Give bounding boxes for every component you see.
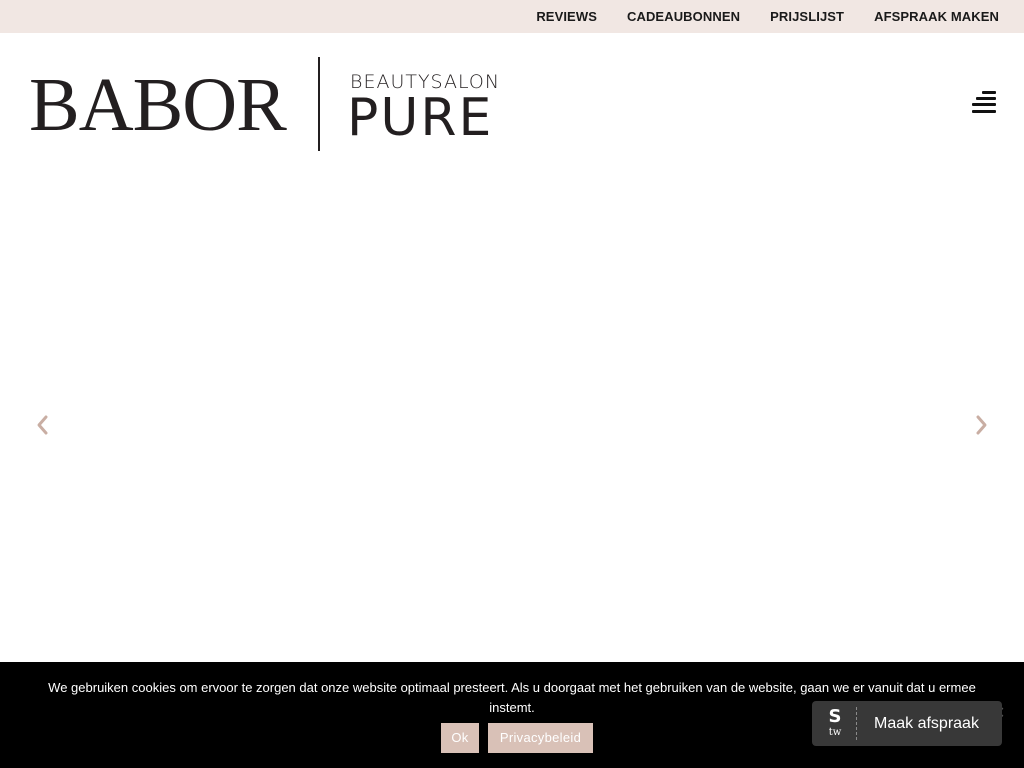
cookie-privacy-button[interactable]: Privacybeleid bbox=[488, 723, 593, 753]
nav-link-reviews[interactable]: REVIEWS bbox=[536, 9, 597, 24]
chevron-left-icon[interactable] bbox=[33, 410, 53, 440]
nav-link-prijslijst[interactable]: PRIJSLIJST bbox=[770, 9, 844, 24]
site-logo[interactable]: BABOR BEAUTYSALON PURE bbox=[29, 57, 499, 151]
widget-logo-tw: tw bbox=[828, 727, 842, 738]
cookie-ok-button[interactable]: Ok bbox=[441, 723, 479, 753]
hamburger-menu-icon[interactable] bbox=[972, 90, 996, 116]
nav-link-cadeaubonnen[interactable]: CADEAUBONNEN bbox=[627, 9, 740, 24]
widget-logo-s: S bbox=[828, 706, 842, 727]
hero-slider bbox=[0, 160, 1024, 662]
book-appointment-widget[interactable]: S tw Maak afspraak bbox=[812, 701, 1002, 746]
chevron-right-icon[interactable] bbox=[972, 410, 992, 440]
top-navigation-bar: REVIEWS CADEAUBONNEN PRIJSLIJST AFSPRAAK… bbox=[0, 0, 1024, 33]
book-appointment-label: Maak afspraak bbox=[874, 715, 979, 732]
salonized-logo-icon: S tw bbox=[825, 707, 845, 740]
logo-divider bbox=[318, 57, 320, 151]
logo-name: PURE bbox=[347, 88, 494, 148]
logo-brand: BABOR bbox=[29, 63, 287, 147]
nav-link-afspraak-maken[interactable]: AFSPRAAK MAKEN bbox=[874, 9, 999, 24]
widget-divider bbox=[856, 707, 857, 740]
